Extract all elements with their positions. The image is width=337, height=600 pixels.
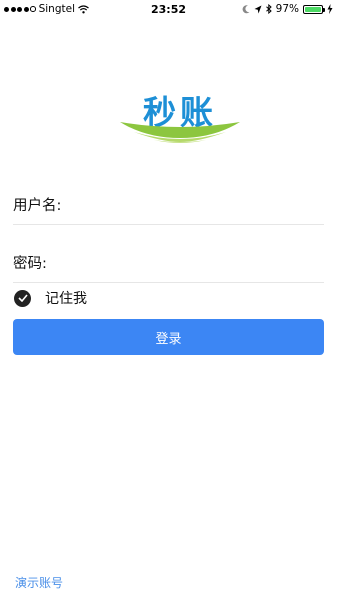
username-field-row: 用户名: (13, 184, 324, 225)
location-icon (254, 5, 262, 13)
demo-account-link[interactable]: 演示账号 (15, 574, 63, 591)
charging-icon (327, 4, 333, 14)
checkmark-icon (17, 294, 28, 302)
password-field-row: 密码: (13, 242, 324, 283)
username-input[interactable] (69, 190, 323, 218)
password-label: 密码: (13, 256, 47, 272)
status-right: 97% (242, 3, 333, 15)
login-button[interactable]: 登录 (13, 319, 324, 355)
password-input[interactable] (57, 248, 311, 276)
app-logo: 秒账 (118, 86, 242, 144)
remember-me-row[interactable]: 记住我 (14, 288, 87, 308)
bluetooth-icon (265, 4, 272, 14)
battery-icon (303, 4, 325, 14)
username-label: 用户名: (13, 198, 62, 214)
logo-leaf-graphic (120, 122, 240, 143)
remember-me-label: 记住我 (45, 291, 87, 307)
remember-me-checkbox[interactable] (14, 289, 31, 307)
moon-icon (242, 4, 250, 13)
battery-percent: 97% (275, 3, 299, 15)
status-bar: Singtel 23:52 97% (0, 0, 337, 18)
